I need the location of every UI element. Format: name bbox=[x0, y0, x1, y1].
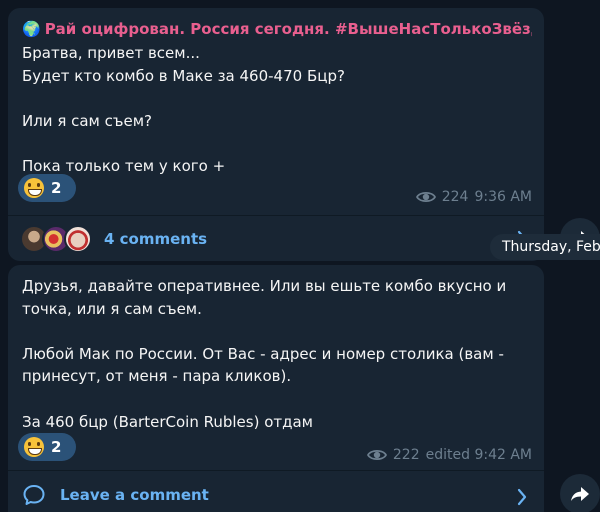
view-count: 224 bbox=[441, 189, 469, 205]
comments-button[interactable]: 4 comments bbox=[8, 216, 544, 261]
message-time: 9:36 AM bbox=[474, 189, 532, 205]
message-bubble: Друзья, давайте оперативнее. Или вы ешьт… bbox=[8, 265, 544, 512]
message-bubble: 🌍 Рай оцифрован. Россия сегодня. #ВышеНас… bbox=[8, 8, 544, 261]
globe-icon: 🌍 bbox=[22, 20, 41, 38]
divider bbox=[8, 470, 544, 471]
grinning-face-icon bbox=[24, 178, 44, 198]
reaction-chip[interactable]: 2 bbox=[18, 433, 76, 461]
share-arrow-icon bbox=[571, 487, 589, 501]
message-meta: 222 edited 9:42 AM bbox=[366, 447, 532, 463]
date-separator: Thursday, Feb bbox=[490, 234, 600, 260]
comment-bubble-icon bbox=[23, 485, 45, 505]
chevron-right-icon bbox=[517, 488, 527, 506]
message-time: edited 9:42 AM bbox=[425, 447, 532, 463]
share-button[interactable] bbox=[560, 474, 600, 512]
reaction-count: 2 bbox=[51, 438, 62, 456]
reaction-chip[interactable]: 2 bbox=[18, 174, 76, 202]
message-meta: 224 9:36 AM bbox=[415, 189, 532, 205]
eye-icon bbox=[366, 449, 387, 461]
eye-icon bbox=[415, 191, 436, 203]
leave-comment-label: Leave a comment bbox=[60, 486, 209, 504]
message-text: Братва, привет всем... Будет кто комбо в… bbox=[22, 44, 345, 175]
message-text: Друзья, давайте оперативнее. Или вы ешьт… bbox=[22, 277, 507, 431]
comments-label: 4 comments bbox=[104, 229, 208, 248]
channel-name[interactable]: 🌍 Рай оцифрован. Россия сегодня. #ВышеНас… bbox=[22, 20, 532, 38]
avatar bbox=[64, 224, 92, 253]
channel-title: Рай оцифрован. Россия сегодня. #ВышеНасТ… bbox=[44, 20, 532, 38]
reaction-count: 2 bbox=[51, 179, 62, 197]
leave-comment-button[interactable]: Leave a comment bbox=[8, 475, 544, 512]
grinning-face-icon bbox=[24, 437, 44, 457]
view-count: 222 bbox=[392, 447, 420, 463]
